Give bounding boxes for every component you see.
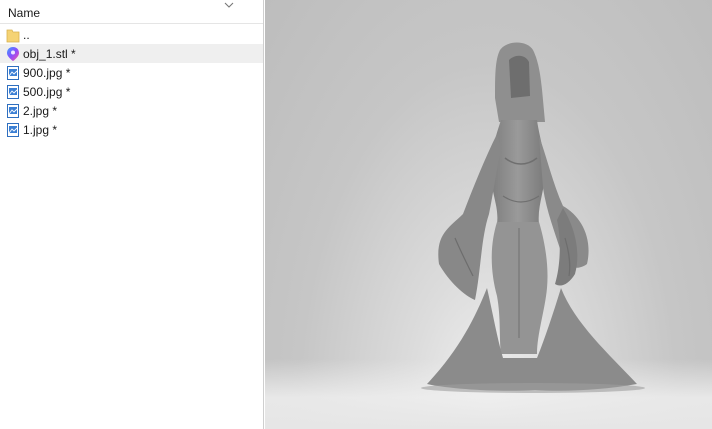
folder-icon — [6, 27, 20, 43]
3d-model-icon — [6, 46, 20, 62]
chevron-down-icon[interactable] — [223, 0, 235, 10]
list-item-label: obj_1.stl * — [23, 46, 76, 61]
name-column-label[interactable]: Name — [8, 6, 40, 20]
list-item-500-jpg[interactable]: 500.jpg * — [0, 82, 263, 101]
image-file-icon — [6, 103, 20, 119]
3d-figure-model[interactable] — [415, 38, 655, 398]
file-explorer-pane: Name .. obj_1.stl * 900.jpg * 500.jpg * … — [0, 0, 264, 429]
list-item-label: 2.jpg * — [23, 103, 58, 118]
list-item-label: 500.jpg * — [23, 84, 71, 99]
list-item-900-jpg[interactable]: 900.jpg * — [0, 63, 263, 82]
image-file-icon — [6, 122, 20, 138]
list-item-obj-1-stl[interactable]: obj_1.stl * — [0, 44, 263, 63]
list-item-parent-folder[interactable]: .. — [0, 25, 263, 44]
column-header[interactable]: Name — [0, 0, 263, 24]
image-file-icon — [6, 84, 20, 100]
3d-viewport[interactable] — [265, 0, 712, 429]
list-item-2-jpg[interactable]: 2.jpg * — [0, 101, 263, 120]
image-file-icon — [6, 65, 20, 81]
list-item-1-jpg[interactable]: 1.jpg * — [0, 120, 263, 139]
list-item-label: 1.jpg * — [23, 122, 58, 137]
list-item-label: .. — [23, 27, 30, 42]
list-item-label: 900.jpg * — [23, 65, 71, 80]
